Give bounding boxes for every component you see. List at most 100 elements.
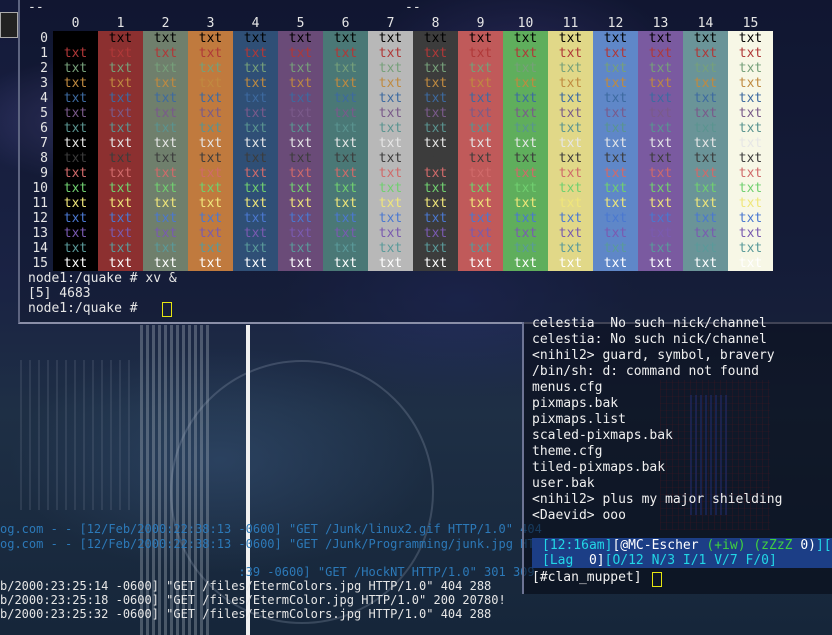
column-header: 2	[161, 16, 170, 31]
color-cell: txt	[693, 181, 718, 196]
irc-message: menus.cfg	[532, 380, 603, 395]
color-cell: txt	[468, 226, 493, 241]
color-cell: txt	[378, 151, 403, 166]
row-label: 14	[32, 241, 48, 256]
color-cell: txt	[153, 151, 178, 166]
color-cell: txt	[513, 226, 538, 241]
color-cell: txt	[108, 46, 133, 61]
row-label: 5	[40, 106, 48, 121]
log-line: og.com - - [12/Feb/2000:22:38:13 -0600] …	[0, 537, 542, 551]
color-cell: txt	[243, 211, 268, 226]
color-cell: txt	[378, 181, 403, 196]
color-cell: txt	[198, 91, 223, 106]
color-cell: txt	[333, 136, 358, 151]
color-cell: txt	[153, 76, 178, 91]
color-cell: txt	[198, 181, 223, 196]
color-cell: txt	[243, 226, 268, 241]
color-cell: txt	[243, 76, 268, 91]
color-cell: txt	[468, 256, 493, 271]
color-cell: txt	[333, 31, 358, 46]
terminal-cursor	[162, 302, 172, 317]
color-cell: txt	[513, 136, 538, 151]
color-cell: txt	[738, 241, 763, 256]
color-cell: txt	[333, 256, 358, 271]
color-cell: txt	[648, 181, 673, 196]
color-cell: txt	[423, 121, 448, 136]
color-cell: txt	[648, 166, 673, 181]
color-cell: txt	[468, 31, 493, 46]
row-label: 10	[32, 181, 48, 196]
color-cell: txt	[63, 241, 88, 256]
color-cell: txt	[153, 61, 178, 76]
color-cell: txt	[423, 181, 448, 196]
color-cell: txt	[558, 166, 583, 181]
irc-window[interactable]: celestia No such nick/channel celestia: N…	[522, 316, 832, 594]
color-cell: txt	[378, 91, 403, 106]
color-cell: txt	[558, 31, 583, 46]
color-cell: txt	[513, 91, 538, 106]
color-cell: txt	[648, 106, 673, 121]
color-cell: txt	[423, 241, 448, 256]
row-label: 8	[40, 151, 48, 166]
color-cell: txt	[243, 46, 268, 61]
color-cell: txt	[63, 76, 88, 91]
color-cell: txt	[288, 241, 313, 256]
color-cell: txt	[63, 61, 88, 76]
color-cell: txt	[378, 256, 403, 271]
irc-message: celestia: No such nick/channel	[532, 332, 767, 347]
color-cell: txt	[333, 226, 358, 241]
irc-input-line[interactable]: [#clan_muppet]	[532, 570, 642, 586]
color-cell: txt	[378, 166, 403, 181]
row-label: 7	[40, 136, 48, 151]
row-label: 2	[40, 61, 48, 76]
color-cell: txt	[198, 106, 223, 121]
color-cell: txt	[558, 106, 583, 121]
irc-message: /bin/sh: d: command not found	[532, 364, 759, 379]
color-cell: txt	[198, 166, 223, 181]
color-cell: txt	[648, 61, 673, 76]
color-cell: txt	[558, 196, 583, 211]
left-scrollbar[interactable]	[0, 12, 18, 38]
color-cell: txt	[648, 76, 673, 91]
color-cell: txt	[693, 76, 718, 91]
color-cell: txt	[603, 196, 628, 211]
color-cell: txt	[513, 61, 538, 76]
color-cell: txt	[198, 61, 223, 76]
log-line: b/2000:23:25:32 -0600] "GET /files/Eterm…	[0, 607, 492, 621]
color-cell: txt	[153, 211, 178, 226]
color-cell: txt	[288, 226, 313, 241]
color-cell: txt	[468, 106, 493, 121]
color-cell: txt	[288, 91, 313, 106]
color-cell: txt	[198, 241, 223, 256]
irc-message: scaled-pixmaps.bak	[532, 428, 673, 443]
color-cell: txt	[693, 226, 718, 241]
color-cell: txt	[378, 211, 403, 226]
dash-right: --	[405, 0, 421, 15]
column-header: 1	[116, 16, 125, 31]
color-cell: txt	[378, 76, 403, 91]
color-cell: txt	[423, 211, 448, 226]
color-cell: txt	[693, 196, 718, 211]
color-cell: txt	[738, 256, 763, 271]
color-cell: txt	[153, 46, 178, 61]
color-cell: txt	[63, 151, 88, 166]
color-cell: txt	[378, 46, 403, 61]
color-cell: txt	[693, 121, 718, 136]
color-cell: txt	[513, 121, 538, 136]
color-cell: txt	[108, 136, 133, 151]
color-cell: txt	[738, 46, 763, 61]
log-line: og.com - - [12/Feb/2000:22:38:13 -0600] …	[0, 522, 542, 536]
color-cell: txt	[243, 241, 268, 256]
channel-name: [#clan_muppet]	[532, 570, 642, 585]
color-cell: txt	[288, 136, 313, 151]
color-cell: txt	[198, 76, 223, 91]
color-cell: txt	[108, 181, 133, 196]
color-cell: txt	[558, 121, 583, 136]
color-cell: txt	[648, 256, 673, 271]
xterm-window[interactable]: -- -- 0 1 2 3 4 5 6 7 8 9 10 11 12 13 14 15 0 txt txt txt tx…	[18, 0, 832, 324]
color-cell: txt	[558, 241, 583, 256]
color-cell: txt	[153, 136, 178, 151]
irc-message: <nihil2> plus my major shielding	[532, 492, 783, 507]
color-cell: txt	[468, 166, 493, 181]
color-cell: txt	[333, 241, 358, 256]
